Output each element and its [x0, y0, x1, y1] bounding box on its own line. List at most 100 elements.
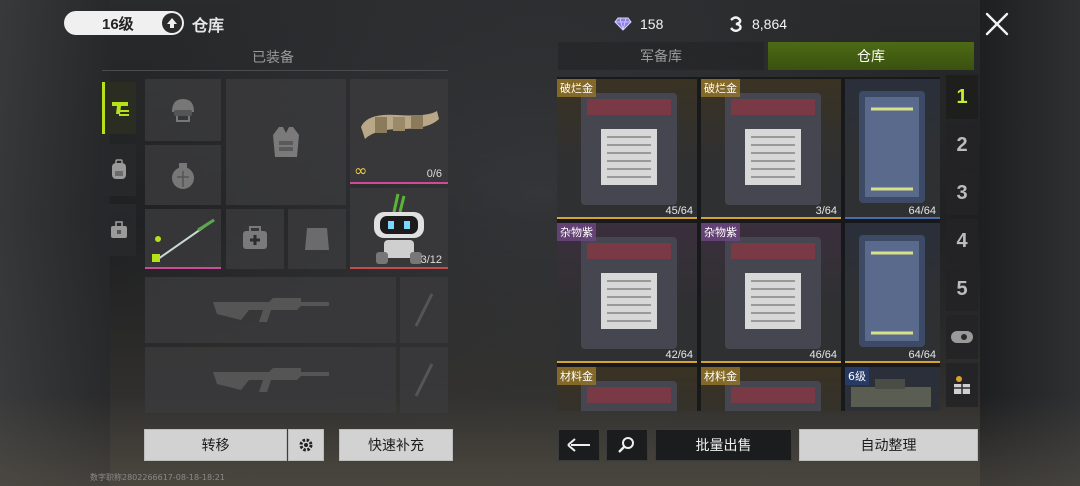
crate-icon — [581, 237, 677, 349]
belt-count: 0/6 — [426, 168, 442, 180]
helmet-slot[interactable] — [145, 79, 221, 141]
item-count: 64/64 — [908, 349, 936, 361]
level-text: 16级 — [102, 15, 134, 33]
item-name: 材料金 — [557, 367, 596, 385]
tab-armory[interactable]: 军备库 — [558, 42, 764, 70]
rarity-bar — [557, 361, 697, 363]
primary-weapon-slot[interactable] — [145, 277, 396, 343]
category-tab-backpack[interactable] — [102, 144, 136, 196]
rifle-icon — [212, 368, 329, 392]
gift-icon — [954, 376, 970, 394]
case-icon — [111, 221, 127, 238]
item-name: 杂物紫 — [701, 223, 740, 241]
crate-icon — [581, 93, 677, 205]
rarity-bar — [701, 217, 841, 219]
belt-slot[interactable]: ∞ 0/6 — [350, 79, 448, 184]
rarity-bar — [557, 217, 697, 219]
melee-rarity-bar — [145, 267, 221, 269]
auto-sort-button[interactable]: 自动整理 — [799, 429, 978, 461]
warehouse-item[interactable]: 破烂金 3/64 — [701, 79, 841, 219]
page-tab-special[interactable] — [946, 315, 978, 359]
gem-count: 158 — [640, 16, 664, 32]
page-tab-bonus[interactable] — [946, 363, 978, 407]
item-count: 42/64 — [665, 349, 693, 361]
warehouse-grid: 破烂金 45/64 破烂金 3/64 64/64 杂物紫 42/64 杂物紫 4… — [557, 77, 940, 411]
belt-rarity-bar — [350, 182, 448, 184]
warehouse-item[interactable]: 杂物紫 42/64 — [557, 223, 697, 363]
medkit-icon — [243, 226, 267, 249]
capsule-icon — [951, 331, 973, 343]
item-count: 64/64 — [908, 205, 936, 217]
melee-slot[interactable] — [145, 209, 221, 269]
category-tab-weapons[interactable] — [102, 82, 136, 134]
level-badge[interactable]: 16级 — [64, 11, 184, 35]
locker-icon — [859, 91, 925, 203]
level-up-icon — [162, 13, 182, 33]
armor-plate-icon — [305, 228, 329, 250]
locker-icon — [859, 235, 925, 347]
crate-icon — [725, 237, 821, 349]
category-tab-supplies[interactable] — [102, 204, 136, 256]
item-count: 3/64 — [815, 205, 837, 217]
transfer-button[interactable]: 转移 — [144, 429, 287, 461]
tab-warehouse[interactable]: 仓库 — [768, 42, 974, 70]
crate-icon — [725, 93, 821, 205]
vest-icon — [273, 127, 299, 157]
divider — [102, 70, 448, 71]
grenade-icon — [172, 163, 194, 189]
robot-slot[interactable]: 3/12 — [350, 188, 448, 269]
rarity-bar — [845, 361, 940, 363]
gem-currency: 158 — [614, 16, 663, 32]
belt-icon — [361, 111, 439, 139]
back-button[interactable] — [558, 429, 600, 461]
item-name: 破烂金 — [557, 79, 596, 97]
quick-refill-button[interactable]: 快速补充 — [339, 429, 453, 461]
close-icon — [985, 12, 1009, 36]
page-tab-1[interactable]: 1 — [946, 75, 978, 119]
coin-icon — [730, 16, 742, 32]
warehouse-item[interactable]: 材料金 — [701, 367, 841, 411]
item-count: 46/64 — [809, 349, 837, 361]
primary-attachment-slot[interactable] — [400, 277, 448, 343]
gear-icon — [299, 438, 313, 452]
coin-count: 8,864 — [752, 16, 788, 32]
medkit-slot[interactable] — [226, 209, 284, 269]
grenade-slot[interactable] — [145, 145, 221, 205]
knife-icon — [414, 293, 434, 327]
warehouse-item[interactable]: 64/64 — [845, 79, 940, 219]
search-icon — [618, 437, 634, 453]
rarity-bar — [701, 361, 841, 363]
arrow-left-icon — [567, 438, 590, 452]
item-count: 45/64 — [665, 205, 693, 217]
plate-slot[interactable] — [288, 209, 346, 269]
helmet-icon — [172, 99, 194, 122]
warehouse-item[interactable]: 材料金 — [557, 367, 697, 411]
blade-icon — [152, 218, 215, 262]
warehouse-item[interactable]: 6级 — [845, 367, 940, 411]
item-name: 材料金 — [701, 367, 740, 385]
item-name: 6级 — [845, 367, 869, 385]
armor-slot[interactable] — [226, 79, 346, 205]
warehouse-item[interactable]: 杂物紫 46/64 — [701, 223, 841, 363]
page-title: 仓库 — [192, 16, 225, 35]
robot-rarity-bar — [350, 267, 448, 269]
page-tab-5[interactable]: 5 — [946, 267, 978, 311]
rifle-icon — [212, 298, 329, 322]
close-button[interactable] — [984, 11, 1010, 37]
secondary-attachment-slot[interactable] — [400, 347, 448, 413]
pistol-icon — [111, 102, 129, 116]
page-tab-2[interactable]: 2 — [946, 123, 978, 167]
infinity-icon: ∞ — [354, 161, 368, 180]
diamond-icon — [614, 17, 632, 31]
search-button[interactable] — [606, 429, 648, 461]
warehouse-item[interactable]: 64/64 — [845, 223, 940, 363]
secondary-weapon-slot[interactable] — [145, 347, 396, 413]
batch-sell-button[interactable]: 批量出售 — [655, 429, 792, 461]
warehouse-item[interactable]: 破烂金 45/64 — [557, 79, 697, 219]
knife-icon — [414, 363, 434, 397]
page-tab-4[interactable]: 4 — [946, 219, 978, 263]
page-tab-3[interactable]: 3 — [946, 171, 978, 215]
item-name: 破烂金 — [701, 79, 740, 97]
watermark: 数字职称2802266617-08-18-18:21 — [90, 473, 225, 482]
transfer-settings-button[interactable] — [288, 429, 324, 461]
